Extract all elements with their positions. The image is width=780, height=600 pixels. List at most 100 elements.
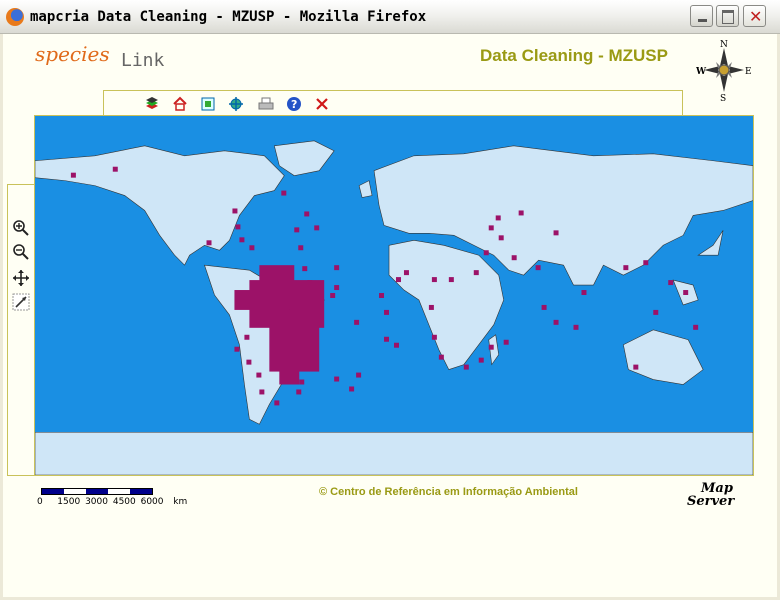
occurrence-point — [488, 225, 494, 231]
occurrence-point — [431, 277, 437, 283]
logo-link: Link — [121, 50, 165, 71]
occurrence-point — [334, 285, 340, 291]
occurrence-point — [541, 304, 547, 310]
pan-center-icon[interactable] — [228, 96, 244, 112]
occurrence-point — [495, 215, 501, 221]
close-window-button[interactable]: ✕ — [743, 5, 766, 27]
occurrence-point — [431, 334, 437, 340]
occurrence-point — [112, 166, 118, 172]
identify-icon[interactable] — [12, 293, 30, 311]
occurrence-point — [296, 389, 302, 395]
occurrence-point — [488, 344, 494, 350]
occurrence-point — [653, 309, 659, 315]
occurrence-point — [643, 260, 649, 266]
occurrence-point — [239, 237, 245, 243]
window-titlebar: mapcria Data Cleaning - MZUSP - Mozilla … — [0, 0, 780, 34]
occurrence-point — [314, 225, 320, 231]
print-icon[interactable] — [258, 96, 274, 112]
occurrence-point — [349, 386, 355, 392]
window-title: mapcria Data Cleaning - MZUSP - Mozilla … — [30, 9, 427, 25]
zoom-out-icon[interactable] — [12, 243, 30, 261]
occurrence-point — [394, 342, 399, 348]
mapserver-logo: Map Server — [687, 481, 735, 509]
occurrence-point — [354, 319, 360, 325]
occurrence-point — [668, 280, 674, 286]
occurrence-point — [232, 208, 238, 214]
close-icon: ✕ — [749, 7, 763, 26]
occurrence-point — [307, 280, 313, 286]
map-toolbar: ? — [103, 90, 683, 116]
map-side-tools — [7, 184, 34, 476]
occurrence-point — [683, 290, 689, 296]
footer-credit[interactable]: © Centro de Referência em Informação Amb… — [319, 486, 578, 498]
occurrence-point — [403, 270, 409, 276]
occurrence-point — [518, 210, 524, 216]
occurrence-point — [289, 304, 295, 310]
occurrence-point — [573, 324, 579, 330]
occurrence-point — [473, 270, 479, 276]
occurrence-point — [235, 224, 241, 230]
occurrence-point — [281, 190, 287, 196]
world-map[interactable] — [34, 115, 754, 476]
occurrence-point — [274, 400, 280, 406]
occurrence-point — [379, 293, 385, 298]
occurrence-point — [334, 376, 340, 382]
occurrence-point — [246, 359, 252, 365]
occurrence-point — [356, 372, 362, 378]
occurrence-point — [498, 235, 504, 241]
occurrence-point — [244, 334, 250, 340]
help-icon[interactable]: ? — [286, 96, 302, 112]
occurrence-point — [503, 339, 509, 345]
occurrence-point — [483, 250, 489, 256]
compass-e: E — [745, 67, 752, 77]
occurrence-point — [438, 354, 444, 360]
occurrence-point — [259, 389, 265, 395]
occurrence-point — [581, 290, 587, 296]
occurrence-point — [334, 265, 340, 271]
occurrence-point — [249, 245, 255, 251]
occurrence-point — [256, 372, 262, 378]
layers-icon[interactable] — [144, 96, 160, 112]
occurrence-point — [553, 230, 559, 236]
occurrence-point — [633, 364, 639, 370]
occurrence-point — [448, 277, 454, 283]
compass-rose-icon: N S W E — [696, 40, 752, 102]
occurrence-point — [302, 266, 308, 272]
occurrence-point — [395, 277, 401, 283]
occurrence-point — [623, 265, 629, 271]
occurrence-point — [384, 309, 390, 315]
zoom-extent-icon[interactable] — [200, 96, 216, 112]
home-icon[interactable] — [172, 96, 188, 112]
firefox-icon — [6, 8, 24, 26]
occurrence-point — [304, 211, 310, 217]
occurrence-point — [299, 379, 305, 385]
occurrence-point — [70, 172, 76, 178]
compass-w: W — [696, 67, 707, 77]
page-title: Data Cleaning - MZUSP — [480, 46, 668, 65]
compass-n: N — [720, 40, 728, 50]
compass-s: S — [720, 94, 726, 102]
occurrence-point — [294, 227, 300, 233]
occurrence-point — [384, 336, 390, 342]
pan-icon[interactable] — [12, 269, 30, 287]
occurrence-point — [234, 346, 240, 352]
scale-label: 0 1500 3000 4500 6000 km — [37, 497, 188, 507]
occurrence-point — [330, 293, 336, 298]
occurrence-point — [428, 304, 434, 310]
svg-text:?: ? — [291, 98, 297, 111]
occurrence-point — [535, 265, 541, 271]
page-content: species Link Data Cleaning - MZUSP N S W… — [3, 34, 777, 597]
occurrence-point — [298, 245, 304, 251]
occurrence-point — [511, 255, 517, 261]
zoom-in-icon[interactable] — [12, 219, 30, 237]
maximize-button[interactable] — [716, 5, 739, 27]
logo-species: species — [35, 42, 110, 66]
scale-bar — [41, 488, 153, 495]
occurrence-point — [463, 364, 469, 370]
occurrence-point — [478, 357, 484, 363]
occurrence-point — [693, 324, 699, 330]
close-icon[interactable] — [314, 96, 330, 112]
occurrence-point — [206, 240, 212, 246]
minimize-button[interactable] — [690, 5, 713, 27]
occurrence-point — [553, 319, 559, 325]
